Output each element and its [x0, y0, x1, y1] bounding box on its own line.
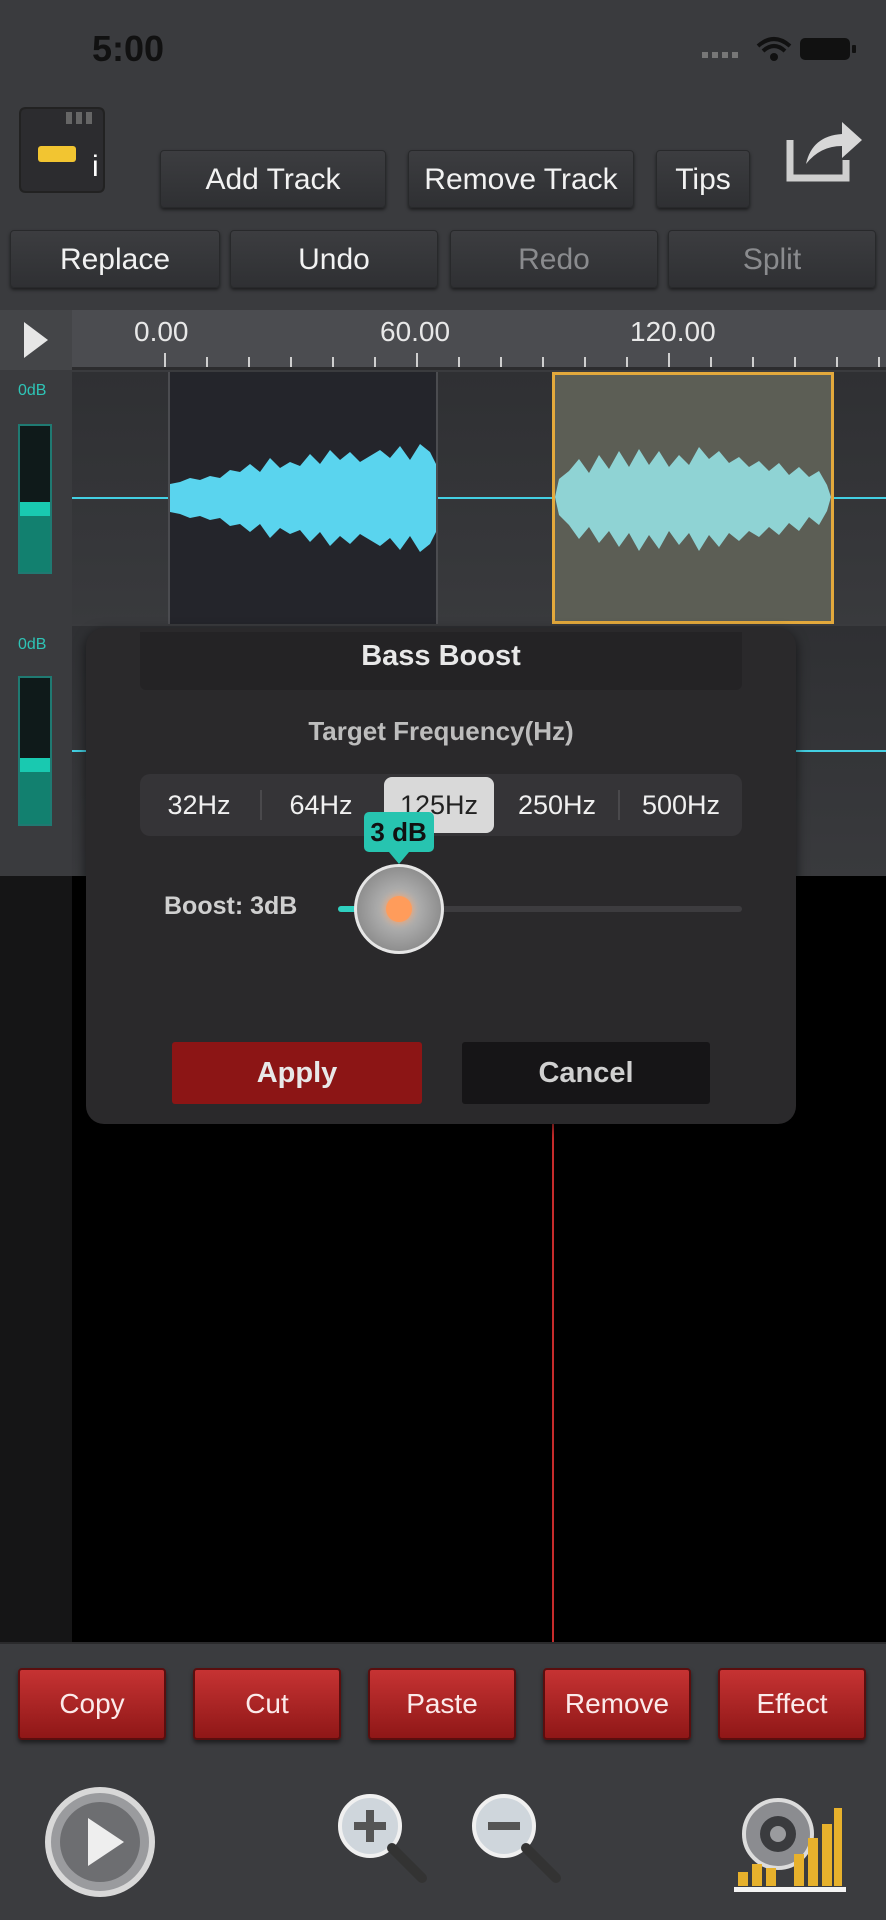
waveform [555, 447, 831, 551]
ruler-tick [668, 353, 670, 367]
level-meter-peak [20, 501, 50, 516]
sd-info-badge[interactable]: i [92, 150, 99, 184]
ruler-tick [584, 357, 586, 367]
speaker-levels-icon[interactable] [734, 1794, 846, 1894]
ruler-tick [332, 357, 334, 367]
bubble-arrow [388, 852, 409, 864]
ruler-tick [794, 357, 796, 367]
ruler-tick [836, 357, 838, 367]
battery-icon [800, 38, 856, 60]
ruler-label: 60.00 [380, 316, 451, 347]
wifi-icon [756, 37, 792, 61]
knob-indicator [385, 896, 412, 922]
ruler-label: 0.00 [134, 316, 189, 347]
ruler-tick [290, 357, 292, 367]
frequency-option-500hz[interactable]: 500Hz [620, 774, 742, 836]
dialog-title: Bass Boost [361, 640, 521, 672]
ruler-tick [206, 357, 208, 367]
undo-button[interactable]: Undo [230, 230, 438, 288]
apply-button[interactable]: Apply [172, 1042, 422, 1104]
remove-button[interactable]: Remove [543, 1668, 691, 1740]
waveform [170, 444, 436, 552]
boost-slider-knob[interactable] [353, 864, 444, 954]
ruler-tick [416, 353, 418, 367]
ruler-tick [164, 353, 166, 367]
frequency-option-32hz[interactable]: 32Hz [140, 774, 258, 836]
level-meter-peak [20, 758, 50, 773]
paste-button[interactable]: Paste [368, 1668, 516, 1740]
effect-button[interactable]: Effect [718, 1668, 866, 1740]
audio-clip-selected[interactable] [552, 372, 834, 624]
zoom-out-icon[interactable] [468, 1790, 564, 1886]
add-track-button[interactable]: Add Track [160, 150, 386, 208]
remove-track-button[interactable]: Remove Track [408, 150, 634, 208]
boost-value-bubble: 3 dB [363, 812, 434, 852]
cellular-signal-icon [702, 52, 738, 58]
split-button[interactable]: Split [668, 230, 876, 288]
frequency-option-64hz[interactable]: 64Hz [262, 774, 380, 836]
ruler-tick [374, 357, 376, 367]
ruler-tick [752, 357, 754, 367]
ruler-tick [500, 357, 502, 367]
frequency-selector: 32Hz 64Hz 125Hz 250Hz 500Hz [140, 774, 742, 836]
copy-button[interactable]: Copy [18, 1668, 166, 1740]
track-2-header: 0dB [0, 626, 72, 876]
level-meter [18, 676, 52, 826]
ruler-tick [626, 357, 628, 367]
play-icon[interactable] [0, 310, 72, 370]
work-area-side [0, 876, 72, 1642]
target-frequency-label: Target Frequency(Hz) [308, 716, 574, 746]
track-1-header: 0dB [0, 372, 72, 624]
ruler-tick [878, 357, 880, 367]
bass-boost-dialog: Bass Boost Target Frequency(Hz) 32Hz 64H… [86, 628, 796, 1124]
track-db-label: 0dB [18, 382, 47, 399]
boost-label: Boost: 3dB [164, 892, 298, 920]
redo-button[interactable]: Redo [450, 230, 658, 288]
playhead [552, 1124, 554, 1642]
frequency-option-250hz[interactable]: 250Hz [498, 774, 616, 836]
timeline-play-area[interactable] [0, 310, 72, 370]
track-db-label: 0dB [18, 636, 47, 653]
level-meter [18, 424, 52, 574]
replace-button[interactable]: Replace [10, 230, 220, 288]
ruler-label: 120.00 [630, 316, 716, 347]
share-icon[interactable] [784, 114, 866, 184]
status-time: 5:00 [92, 28, 165, 69]
audio-clip[interactable] [168, 372, 438, 624]
ruler-tick [458, 357, 460, 367]
play-button-icon[interactable] [44, 1786, 156, 1898]
cancel-button[interactable]: Cancel [462, 1042, 710, 1104]
timeline-ruler[interactable]: 0.00 60.00 120.00 [72, 310, 886, 370]
zoom-in-icon[interactable] [334, 1790, 430, 1886]
status-icons [702, 37, 856, 61]
ruler-tick [248, 357, 250, 367]
ruler-tick [542, 357, 544, 367]
cut-button[interactable]: Cut [193, 1668, 341, 1740]
ruler-tick [710, 357, 712, 367]
tips-button[interactable]: Tips [656, 150, 750, 208]
track-1[interactable]: 0dB [0, 372, 886, 624]
bottom-toolbar: Copy Cut Paste Remove Effect [0, 1642, 886, 1920]
